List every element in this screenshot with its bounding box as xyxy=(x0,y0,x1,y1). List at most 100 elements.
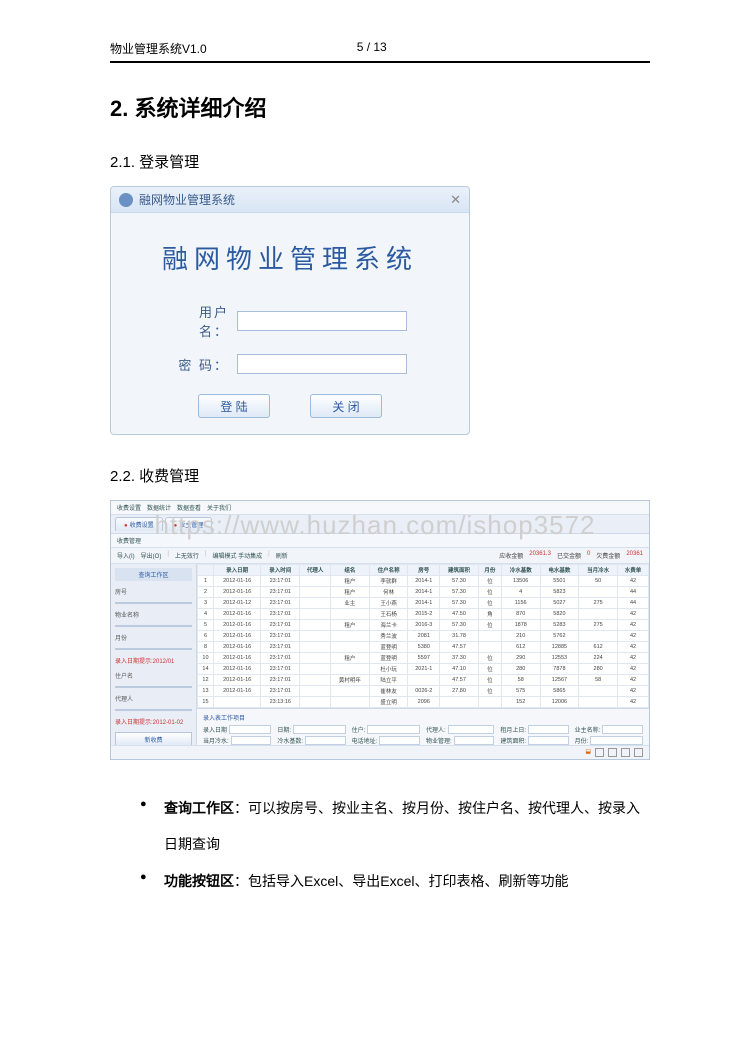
form-title: 录入表工作项目 xyxy=(203,713,643,723)
status-square-icon xyxy=(608,748,617,757)
status-square-icon xyxy=(595,748,604,757)
form-input[interactable] xyxy=(528,725,569,734)
table-row[interactable]: 22012-01-1623:17:01租户何林2014-157.30位45823… xyxy=(198,587,649,598)
date-hint-2: 录入日期提示:2012-01-02 xyxy=(115,717,192,726)
note-item: 查询工作区：可以按房号、按业主名、按月份、按住户名、按代理人、按录入日期查询 xyxy=(140,790,650,863)
import-button[interactable]: 导入(I) xyxy=(117,551,135,560)
column-header xyxy=(198,565,214,576)
query-sidebar: 查询工作区 房号 物业名称 月份 录入日期提示:2012/01 住户名 代理人 … xyxy=(111,564,197,745)
menu-item[interactable]: 数据统计 xyxy=(147,503,171,512)
column-header: 月份 xyxy=(478,565,501,576)
column-header: 建筑面积 xyxy=(440,565,479,576)
form-input[interactable] xyxy=(454,736,495,745)
notes-list: 查询工作区：可以按房号、按业主名、按月份、按住户名、按代理人、按录入日期查询 功… xyxy=(110,790,650,899)
table-row[interactable]: 52012-01-1623:17:01租户海兰卡2016-357.30位1878… xyxy=(198,620,649,631)
agent-label: 代理人 xyxy=(115,694,192,703)
refresh-button[interactable]: 刷新 xyxy=(276,551,288,560)
table-row[interactable]: 42012-01-1623:17:01王石杨2015-247.50角870582… xyxy=(198,609,649,620)
login-window-title: 融网物业管理系统 xyxy=(139,191,235,208)
fee-menubar: 收费设置 数据统计 数据查看 关于我们 xyxy=(111,501,649,515)
entry-form: 录入表工作项目 录入日期 日期: 住户: 代理人: 租月上日: 业主名称: 当月… xyxy=(197,708,649,745)
login-heading: 融网物业管理系统 xyxy=(125,239,455,276)
form-input[interactable] xyxy=(379,736,420,745)
column-header: 住户名称 xyxy=(369,565,408,576)
room-label: 房号 xyxy=(115,587,192,596)
table-row[interactable]: 1523:13:16盛立明20961521200642 xyxy=(198,697,649,708)
edit-mode-label: 编辑模式 手动集成 xyxy=(212,551,262,560)
month-input[interactable] xyxy=(115,648,192,650)
username-input[interactable] xyxy=(237,311,407,331)
tab-fee[interactable]: ●收费设置 xyxy=(115,517,163,531)
query-header: 查询工作区 xyxy=(115,568,192,581)
date-hint-1: 录入日期提示:2012/01 xyxy=(115,656,192,665)
password-input[interactable] xyxy=(237,354,407,374)
resident-label: 住户名 xyxy=(115,671,192,680)
property-label: 物业名称 xyxy=(115,610,192,619)
form-input[interactable] xyxy=(305,736,346,745)
tab-owner[interactable]: ●业主管理 xyxy=(165,517,213,531)
form-input[interactable] xyxy=(231,736,272,745)
column-header: 冷水基数 xyxy=(501,565,540,576)
password-label: 密 码： xyxy=(173,355,229,374)
invalid-row-button[interactable]: 上无效行 xyxy=(175,551,199,560)
subsection-login-title: 2.1. 登录管理 xyxy=(110,151,650,172)
table-row[interactable]: 122012-01-1623:17:01黄村明年陆立平47.57位5812567… xyxy=(198,675,649,686)
table-row[interactable]: 82012-01-1623:17:01蓝登明538047.57612128856… xyxy=(198,642,649,653)
column-header: 水费单 xyxy=(618,565,649,576)
resident-input[interactable] xyxy=(115,686,192,688)
new-fee-button[interactable]: 新收费 xyxy=(115,732,192,745)
app-icon xyxy=(119,193,133,207)
paid-value: 0 xyxy=(587,551,590,560)
table-row[interactable]: 32012-01-1223:17:01业主王小燕2014-157.30位1156… xyxy=(198,598,649,609)
form-input[interactable] xyxy=(528,736,569,745)
column-header: 录入时间 xyxy=(261,565,300,576)
owed-value: 20361 xyxy=(626,551,643,560)
table-row[interactable]: 142012-01-1623:17:01杜小玩2021-147.10位28078… xyxy=(198,664,649,675)
receivable-value: 20361.3 xyxy=(529,551,551,560)
fee-screenshot: 收费设置 数据统计 数据查看 关于我们 ●收费设置 ●业主管理 收费管理 导入(… xyxy=(110,500,650,760)
form-input[interactable] xyxy=(602,725,643,734)
month-label: 月份 xyxy=(115,633,192,642)
table-row[interactable]: 132012-01-1623:17:01崔林友0026-227.80位57558… xyxy=(198,686,649,697)
fee-panel-label: 收费管理 xyxy=(111,534,649,548)
property-input[interactable] xyxy=(115,625,192,627)
table-row[interactable]: 62012-01-1623:17:01秀兰波208131.78210576242 xyxy=(198,631,649,642)
column-header: 当月冷水 xyxy=(579,565,618,576)
room-input[interactable] xyxy=(115,602,192,604)
table-header-row: 录入日期录入时间代理人组名住户名称房号建筑面积月份冷水基数电水基数当月冷水水费单 xyxy=(198,565,649,576)
status-square-icon xyxy=(634,748,643,757)
login-titlebar: 融网物业管理系统 ✕ xyxy=(111,187,469,213)
menu-item[interactable]: 数据查看 xyxy=(177,503,201,512)
menu-item[interactable]: 收费设置 xyxy=(117,503,141,512)
table-row[interactable]: 102012-01-1623:17:01租户蓝登明559737.30位29012… xyxy=(198,653,649,664)
paid-label: 已交金额 xyxy=(557,551,581,560)
form-input[interactable] xyxy=(229,725,271,734)
form-input[interactable] xyxy=(448,725,495,734)
page-header: 物业管理系统V1.0 5 / 13 xyxy=(110,40,650,63)
form-input[interactable] xyxy=(590,736,643,745)
section-title: 2. 系统详细介绍 xyxy=(110,91,650,123)
close-button[interactable]: 关 闭 xyxy=(310,394,382,418)
table-row[interactable]: 12012-01-1623:17:01租户李就群2014-157.30位1350… xyxy=(198,576,649,587)
form-input[interactable] xyxy=(367,725,420,734)
menu-item[interactable]: 关于我们 xyxy=(207,503,231,512)
login-button[interactable]: 登 陆 xyxy=(198,394,270,418)
subsection-fee-title: 2.2. 收费管理 xyxy=(110,465,650,486)
login-window: 融网物业管理系统 ✕ 融网物业管理系统 用户名： 密 码： 登 陆 关 闭 xyxy=(110,186,470,435)
status-square-icon xyxy=(621,748,630,757)
username-label: 用户名： xyxy=(173,302,229,340)
status-bar: ⬓ xyxy=(111,745,649,759)
column-header: 电水基数 xyxy=(540,565,579,576)
fee-toolbar: 导入(I) 导出(O) | 上无效行 | 编辑模式 手动集成 | 刷新 应收金额… xyxy=(111,548,649,564)
owed-label: 欠费金额 xyxy=(596,551,620,560)
column-header: 录入日期 xyxy=(213,565,261,576)
form-input[interactable] xyxy=(293,725,346,734)
column-header: 代理人 xyxy=(300,565,331,576)
agent-input[interactable] xyxy=(115,709,192,711)
close-icon[interactable]: ✕ xyxy=(450,192,461,208)
fee-tabs: ●收费设置 ●业主管理 xyxy=(111,515,649,534)
export-button[interactable]: 导出(O) xyxy=(141,551,162,560)
column-header: 房号 xyxy=(408,565,440,576)
receivable-label: 应收金额 xyxy=(499,551,523,560)
column-header: 组名 xyxy=(331,565,370,576)
